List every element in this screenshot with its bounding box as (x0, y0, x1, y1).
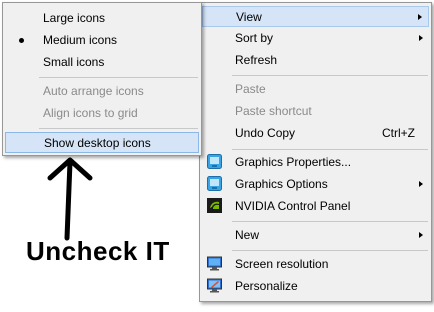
menu-item-paste-shortcut[interactable]: Paste shortcut (202, 101, 429, 122)
up-arrow-icon (47, 157, 93, 241)
submenu-item-small-icons[interactable]: Small icons (5, 52, 199, 73)
menu-item-label: Undo Copy (235, 126, 296, 140)
submenu-item-label: Auto arrange icons (43, 84, 144, 98)
menu-item-personalize[interactable]: Personalize (202, 276, 429, 297)
monitor-icon (207, 256, 222, 271)
menu-item-undo-copy[interactable]: Undo Copy Ctrl+Z (202, 123, 429, 144)
menu-item-label: Paste (235, 82, 266, 96)
submenu-item-medium-icons[interactable]: Medium icons (5, 30, 199, 51)
menu-item-label: Paste shortcut (235, 104, 312, 118)
menu-item-shortcut: Ctrl+Z (382, 126, 415, 140)
menu-item-view[interactable]: View (202, 6, 429, 27)
menu-separator (39, 77, 198, 78)
radio-bullet-icon (19, 38, 24, 43)
submenu-item-label: Show desktop icons (44, 136, 151, 150)
menu-separator (232, 75, 428, 76)
nvidia-icon (207, 198, 222, 213)
menu-item-nvidia-control-panel[interactable]: NVIDIA Control Panel (202, 196, 429, 217)
intel-graphics-icon (207, 176, 222, 191)
view-submenu: Large icons Medium icons Small icons Aut… (2, 2, 202, 156)
menu-item-graphics-properties[interactable]: Graphics Properties... (202, 152, 429, 173)
personalize-icon (207, 278, 222, 293)
submenu-arrow-icon (419, 181, 423, 187)
menu-item-new[interactable]: New (202, 225, 429, 246)
menu-item-label: New (235, 228, 260, 242)
submenu-item-auto-arrange-icons[interactable]: Auto arrange icons (5, 81, 199, 102)
menu-item-label: Sort by (235, 31, 274, 45)
submenu-item-label: Medium icons (43, 33, 118, 47)
menu-separator (232, 221, 428, 222)
submenu-arrow-icon (419, 35, 423, 41)
menu-item-sort-by[interactable]: Sort by (202, 28, 429, 49)
menu-item-label: Graphics Properties... (235, 155, 352, 169)
menu-item-paste[interactable]: Paste (202, 79, 429, 100)
submenu-item-label: Large icons (43, 11, 106, 25)
submenu-item-label: Small icons (43, 55, 105, 69)
submenu-arrow-icon (419, 232, 423, 238)
menu-item-refresh[interactable]: Refresh (202, 50, 429, 71)
submenu-item-label: Align icons to grid (43, 106, 138, 120)
submenu-item-show-desktop-icons[interactable]: Show desktop icons (5, 132, 199, 153)
submenu-item-align-icons-to-grid[interactable]: Align icons to grid (5, 103, 199, 124)
menu-item-label: NVIDIA Control Panel (235, 199, 351, 213)
menu-separator (39, 128, 198, 129)
menu-item-graphics-options[interactable]: Graphics Options (202, 174, 429, 195)
menu-item-label: Refresh (235, 53, 278, 67)
menu-separator (232, 149, 428, 150)
intel-graphics-icon (207, 154, 222, 169)
menu-separator (232, 250, 428, 251)
menu-item-screen-resolution[interactable]: Screen resolution (202, 254, 429, 275)
menu-item-label: Personalize (235, 279, 298, 293)
submenu-item-large-icons[interactable]: Large icons (5, 8, 199, 29)
annotation-label: Uncheck IT (26, 236, 170, 266)
desktop-context-menu: View Sort by Refresh Paste Paste shortcu… (199, 2, 432, 302)
menu-item-label: View (236, 10, 262, 24)
menu-item-label: Screen resolution (235, 257, 329, 271)
submenu-arrow-icon (418, 14, 422, 20)
menu-item-label: Graphics Options (235, 177, 328, 191)
